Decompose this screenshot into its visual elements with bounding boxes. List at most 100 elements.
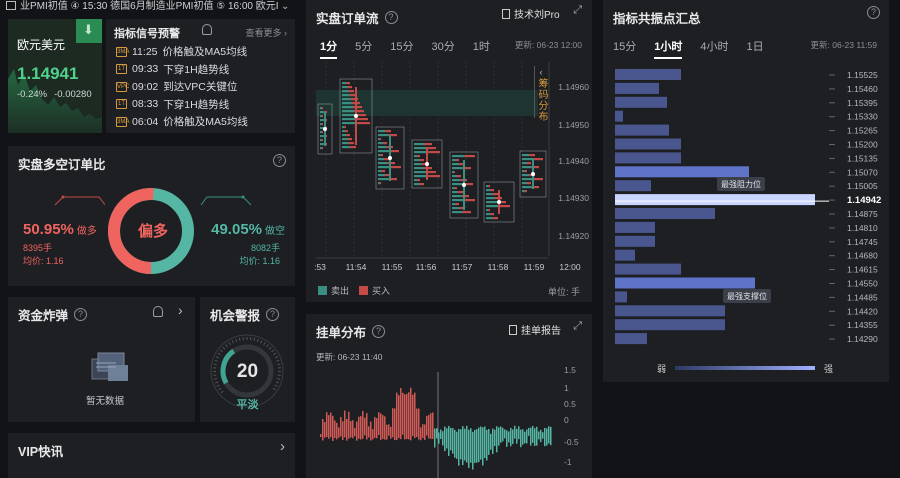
news-ticker[interactable]: 业PMI初值 ④ 15:30 德国6月制造业PMI初值 ⑤ 16:00 欧元I (0, 0, 295, 14)
gauge-tick (231, 340, 234, 344)
sell-volume-bar (320, 107, 322, 110)
depth-bar (500, 434, 502, 443)
signal-item[interactable]: 1T 09:33 下穿1H趋势线 (116, 61, 291, 79)
sell-volume-bar (452, 155, 465, 158)
depth-bar (474, 434, 476, 464)
buy-volume-bar (464, 199, 475, 202)
fund-panel: 资金炸弹? › 暂无数据 (8, 297, 195, 422)
depth-bar (486, 429, 488, 434)
y-tick-label: 1.14960 (558, 82, 589, 92)
depth-bar (392, 434, 394, 438)
sell-volume-bar (414, 171, 427, 174)
pivot-bar (615, 291, 627, 303)
signal-item[interactable]: 3MA 11:25 价格触及MA5均线 (116, 43, 291, 61)
depth-bar (346, 418, 348, 434)
depth-bar (490, 434, 492, 450)
gauge-tick (216, 384, 220, 387)
eurusd-card[interactable]: ⬇ 欧元美元 1.14941 -0.24% -0.00280 (8, 19, 102, 133)
signal-item[interactable]: VPC 09:02 到达VPC关键位 (116, 78, 291, 96)
pivot-bar (615, 138, 681, 150)
depth-bar (514, 434, 516, 439)
x-tick-label: 11:55 (382, 262, 403, 270)
y-tick-label: 1.14930 (558, 193, 589, 203)
depth-bar (356, 434, 358, 441)
buy-volume-bar (385, 130, 391, 133)
sell-volume-bar (378, 166, 391, 169)
sell-volume-bar (342, 90, 349, 93)
buy-volume-bar (353, 106, 362, 109)
depth-bar (518, 426, 520, 434)
bell-icon[interactable] (202, 24, 212, 35)
sell-volume-bar (452, 159, 456, 162)
depth-bar (322, 419, 324, 434)
depth-bar (410, 387, 412, 434)
vip-panel[interactable]: VIP快讯 › (8, 433, 295, 478)
depth-y-tick: 1.5 (564, 365, 576, 375)
depth-bar (544, 434, 546, 447)
help-icon[interactable]: ? (74, 308, 88, 321)
signal-text: 价格触及MA5均线 (163, 116, 248, 129)
buy-volume-bar (490, 189, 494, 192)
signal-item[interactable]: 3MA 06:04 价格触及MA5均线 (116, 113, 291, 131)
help-icon[interactable]: ? (273, 154, 286, 167)
sell-volume-bar (342, 118, 357, 121)
depth-bar (520, 429, 522, 434)
chip-distribution-tab[interactable]: ‹ 筹码分布 (534, 66, 547, 122)
sell-volume-bar (522, 154, 530, 157)
depth-bar (380, 413, 382, 434)
pivot-bar (615, 305, 725, 317)
depth-bar (398, 434, 400, 439)
depth-bar (382, 434, 384, 439)
depth-bar (468, 434, 470, 468)
sell-volume-bar (378, 134, 389, 137)
depth-bar (536, 434, 538, 446)
short-label: 做空 (265, 226, 285, 237)
depth-bar (542, 434, 544, 439)
pivot-level-label: 1.15070 (847, 167, 878, 177)
signals-more-link[interactable]: 查看更多 › (245, 26, 287, 39)
buy-volume-bar (533, 158, 543, 161)
help-icon[interactable]: ? (266, 308, 280, 321)
depth-bar (394, 434, 396, 441)
ticker-expand-icon[interactable]: ⌄ (281, 1, 289, 12)
sell-volume-bar (486, 217, 493, 220)
pivot-level-label: 1.14875 (847, 209, 878, 219)
signal-time: 06:04 (132, 115, 159, 128)
chevron-right-icon[interactable]: › (280, 438, 285, 455)
bell-icon[interactable] (153, 306, 163, 317)
pivot-bar (615, 110, 623, 122)
buy-volume-bar (419, 159, 424, 162)
poc-dot (354, 114, 358, 118)
depth-bar (412, 434, 414, 437)
sell-volume-bar (486, 193, 493, 196)
chevron-right-icon[interactable]: › (178, 302, 183, 318)
depth-bar (344, 410, 346, 434)
depth-bar (476, 429, 478, 434)
signal-badge-icon: VPC (116, 81, 130, 92)
depth-bar (522, 434, 524, 445)
depth-bar (380, 434, 382, 441)
sell-volume-bar (342, 142, 349, 145)
signal-text: 下穿1H趋势线 (163, 63, 230, 76)
signal-item[interactable]: 1T 08:33 下穿1H趋势线 (116, 96, 291, 114)
gauge-tick (228, 342, 231, 346)
sell-volume-bar (414, 167, 424, 170)
buy-volume-bar (492, 217, 498, 220)
depth-bar (436, 434, 438, 439)
pivot-bar (615, 319, 725, 331)
depth-bar (548, 426, 550, 434)
depth-bar (324, 434, 326, 438)
pivot-chart: 1.15525 1.15460 1.15395 1.15330 1.15265 1.152… (615, 69, 881, 345)
pivot-bar (615, 263, 681, 275)
buy-volume-bar (356, 118, 368, 121)
x-tick-label: 11:54 (346, 262, 367, 270)
depth-bar (484, 434, 486, 458)
depth-bar (446, 428, 448, 434)
depth-bar (406, 393, 408, 434)
depth-bar (428, 414, 430, 434)
sell-volume-bar (486, 209, 489, 212)
depth-bar (478, 427, 480, 434)
buy-volume-bar (321, 147, 323, 150)
depth-bar (524, 434, 526, 444)
buy-volume-bar (390, 166, 401, 169)
